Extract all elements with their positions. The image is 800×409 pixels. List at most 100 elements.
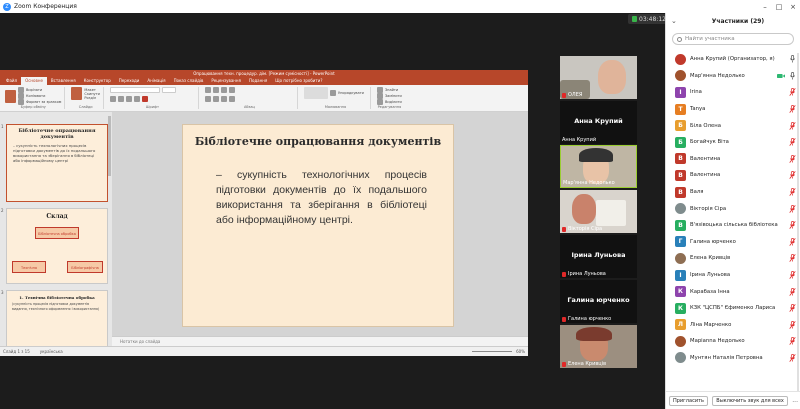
participant-row[interactable]: К КЗК "ЦСПБ" Єфименко Лариса: [666, 300, 800, 317]
paste-icon[interactable]: [5, 89, 16, 103]
video-tile-active-speaker[interactable]: Мар'янна Недолько: [560, 145, 637, 188]
font-color-icon[interactable]: [141, 96, 148, 102]
mic-muted-icon[interactable]: [789, 354, 796, 362]
underline-icon[interactable]: [125, 96, 132, 102]
zoom-slider[interactable]: [472, 351, 513, 352]
participant-row[interactable]: В Валя: [666, 184, 800, 201]
current-slide[interactable]: Бібліотечне опрацювання документів – сук…: [182, 124, 454, 327]
tab-home[interactable]: Основне: [21, 77, 47, 85]
mic-icon[interactable]: [789, 71, 796, 80]
font-name-select[interactable]: [109, 87, 160, 93]
slide-body-text[interactable]: – сукупність технологічних процесів підг…: [183, 168, 453, 228]
slide-notes[interactable]: Нотатки до слайда: [112, 336, 528, 346]
participant-row[interactable]: І Ірина Луньова: [666, 267, 800, 284]
tab-insert[interactable]: Вставлення: [47, 77, 80, 85]
arrange-icon[interactable]: [329, 90, 336, 96]
mic-muted-icon[interactable]: [789, 154, 796, 163]
participant-row[interactable]: Марianna Недолько: [666, 333, 800, 350]
video-tile[interactable]: Елена Кривців: [560, 325, 637, 368]
meeting-timer[interactable]: 03:48:12: [628, 14, 670, 24]
invite-button[interactable]: Пригласить: [669, 395, 708, 406]
mic-muted-icon[interactable]: [789, 320, 796, 329]
justify-icon[interactable]: [228, 96, 235, 102]
mic-icon[interactable]: [789, 55, 796, 63]
numbering-icon[interactable]: [212, 87, 219, 93]
mic-muted-icon[interactable]: [789, 171, 796, 180]
italic-icon[interactable]: [117, 96, 124, 102]
align-left-icon[interactable]: [204, 96, 211, 102]
participant-row[interactable]: В В'язівоцька сільська бібліотека: [666, 217, 800, 234]
slide-thumbnail-2[interactable]: Склад Бібліотечна обробка Технічна Біблі…: [6, 208, 108, 284]
participant-row[interactable]: Елена Кривців: [666, 250, 800, 267]
mic-muted-icon[interactable]: [789, 188, 796, 196]
video-tile[interactable]: Вікторія Сіра: [560, 190, 637, 233]
line-spacing-icon[interactable]: [228, 87, 235, 93]
thumbnails-scrollbar[interactable]: [108, 116, 111, 176]
replace-button[interactable]: Замінити: [385, 94, 402, 98]
participant-row[interactable]: I Irina: [666, 84, 800, 101]
video-tile[interactable]: Анна Крупий Анна Крупий: [560, 101, 637, 144]
shapes-gallery[interactable]: [303, 87, 328, 99]
bold-icon[interactable]: [109, 96, 116, 102]
tab-view[interactable]: Подання: [245, 77, 271, 85]
participant-row[interactable]: T Tanya: [666, 101, 800, 118]
video-tile[interactable]: Ірина Луньова Ірина Луньова: [560, 235, 637, 278]
mic-muted-icon[interactable]: [789, 88, 796, 97]
participant-row[interactable]: Вікторія Сіра: [666, 200, 800, 217]
maximize-icon[interactable]: □: [772, 3, 786, 11]
tab-tell-me[interactable]: Що потрібно зробити?: [271, 77, 326, 85]
tab-transitions[interactable]: Переходи: [115, 77, 144, 85]
participant-row[interactable]: Мар'янна Недолько: [666, 68, 800, 85]
align-right-icon[interactable]: [220, 96, 227, 102]
slide-thumbnail-1[interactable]: Бібліотечне опрацювання документів – сук…: [6, 124, 108, 202]
mic-muted-icon[interactable]: [789, 138, 796, 147]
video-camera-icon[interactable]: [777, 73, 785, 79]
arrange-button[interactable]: Упорядкувати: [338, 91, 364, 95]
mute-all-button[interactable]: Выключить звук для всех: [712, 395, 788, 406]
participant-search-input[interactable]: Найти участника: [672, 33, 794, 45]
minimize-icon[interactable]: –: [758, 3, 772, 11]
participants-scrollbar[interactable]: [797, 53, 799, 393]
chevron-down-icon[interactable]: ⌄: [671, 17, 681, 25]
mic-muted-icon[interactable]: [789, 287, 796, 296]
cut-button[interactable]: Вирізати: [26, 88, 42, 92]
mic-muted-icon[interactable]: [789, 337, 796, 346]
participant-row[interactable]: Мунтян Наталія Петровна: [666, 350, 800, 367]
mic-muted-icon[interactable]: [789, 271, 796, 279]
section-button[interactable]: Розділ: [84, 96, 96, 100]
strikethrough-icon[interactable]: [133, 96, 140, 102]
participant-row[interactable]: Б Богайчук Віта: [666, 134, 800, 151]
participant-row[interactable]: Г Галина юрченко: [666, 234, 800, 251]
find-button[interactable]: Знайти: [385, 88, 398, 92]
mic-muted-icon[interactable]: [789, 304, 796, 313]
participant-row[interactable]: Б Біла Олена: [666, 117, 800, 134]
bullets-icon[interactable]: [204, 87, 211, 93]
tab-review[interactable]: Рецензування: [207, 77, 245, 85]
copy-button[interactable]: Копіювати: [26, 94, 45, 98]
mic-muted-icon[interactable]: [789, 221, 796, 230]
font-size-select[interactable]: [161, 87, 176, 93]
mic-muted-icon[interactable]: [789, 121, 796, 130]
tab-slideshow[interactable]: Показ слайдів: [170, 77, 208, 85]
indent-icon[interactable]: [220, 87, 227, 93]
video-tile[interactable]: ОЛЕЯ: [560, 56, 637, 99]
more-button[interactable]: ...: [792, 397, 798, 404]
participant-row[interactable]: Л Ліна Марченко: [666, 317, 800, 334]
participant-row[interactable]: Анна Крупий (Организатор, я): [666, 51, 800, 68]
video-tile[interactable]: Галина юрченко Галина юрченко: [560, 280, 637, 323]
zoom-level[interactable]: 60%: [516, 349, 525, 354]
tab-animations[interactable]: Анімація: [143, 77, 169, 85]
slide-title[interactable]: Бібліотечне опрацювання документів: [183, 134, 453, 150]
align-center-icon[interactable]: [212, 96, 219, 102]
participant-row[interactable]: К Карабаза Інна: [666, 283, 800, 300]
tab-design[interactable]: Конструктор: [80, 77, 115, 85]
mic-muted-icon[interactable]: [789, 254, 796, 263]
new-slide-icon[interactable]: [71, 87, 83, 100]
mic-muted-icon[interactable]: [789, 204, 796, 213]
select-button[interactable]: Виділити: [385, 100, 402, 104]
mic-muted-icon[interactable]: [789, 237, 796, 246]
format-painter-button[interactable]: Формат за зразком: [26, 100, 61, 104]
participant-row[interactable]: В Валентина: [666, 167, 800, 184]
mic-muted-icon[interactable]: [789, 105, 796, 113]
close-icon[interactable]: ×: [786, 3, 800, 11]
